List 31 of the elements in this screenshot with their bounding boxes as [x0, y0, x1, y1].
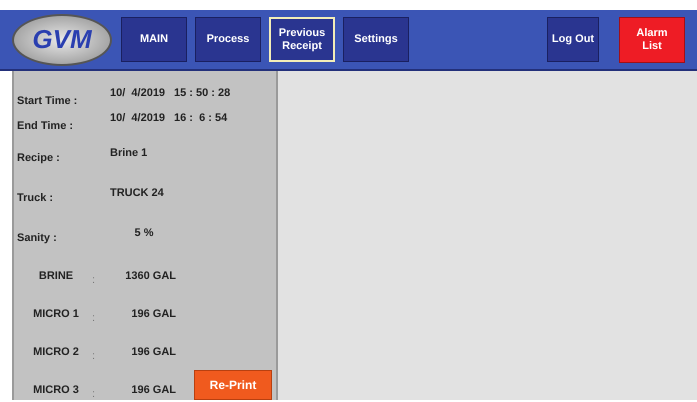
product-amount: 196 GAL	[130, 382, 176, 398]
date-value: 10/ 4/2019	[110, 111, 166, 126]
field-label: Truck :	[16, 191, 54, 206]
field-value: TRUCK 24	[110, 186, 164, 201]
product-amount: 196 GAL	[130, 344, 176, 360]
separator-colon: :	[92, 272, 96, 288]
field-label: Start Time :	[16, 94, 78, 109]
product-name: BRINE	[38, 268, 74, 284]
alarm-list-button[interactable]: Alarm List	[619, 16, 685, 62]
field-label: End Time :	[16, 119, 74, 134]
product-name: MICRO 3	[32, 382, 80, 398]
logo: GVM	[12, 14, 112, 66]
field-label: Recipe :	[16, 151, 61, 166]
date-value: 10/ 4/2019	[110, 86, 166, 101]
nav-tab[interactable]: Process	[195, 17, 261, 62]
product-amount: 1360 GAL	[124, 268, 176, 284]
logout-button[interactable]: Log Out	[547, 16, 599, 62]
field-value: Brine 1	[110, 146, 148, 161]
separator-colon: :	[92, 348, 96, 364]
nav-tab[interactable]: MAIN	[121, 17, 187, 62]
separator-colon: :	[92, 386, 96, 402]
product-name: MICRO 1	[32, 306, 80, 322]
separator-colon: :	[92, 310, 96, 326]
field-label: Sanity :	[16, 231, 58, 246]
nav-tab[interactable]: Previous Receipt	[269, 17, 335, 62]
time-value: 16 : 6 : 54	[174, 111, 228, 126]
time-value: 15 : 50 : 28	[174, 86, 230, 101]
field-value: 5 %	[134, 226, 154, 241]
nav-tab[interactable]: Settings	[343, 17, 409, 62]
product-amount: 196 GAL	[130, 306, 176, 322]
product-name: MICRO 2	[32, 344, 80, 360]
